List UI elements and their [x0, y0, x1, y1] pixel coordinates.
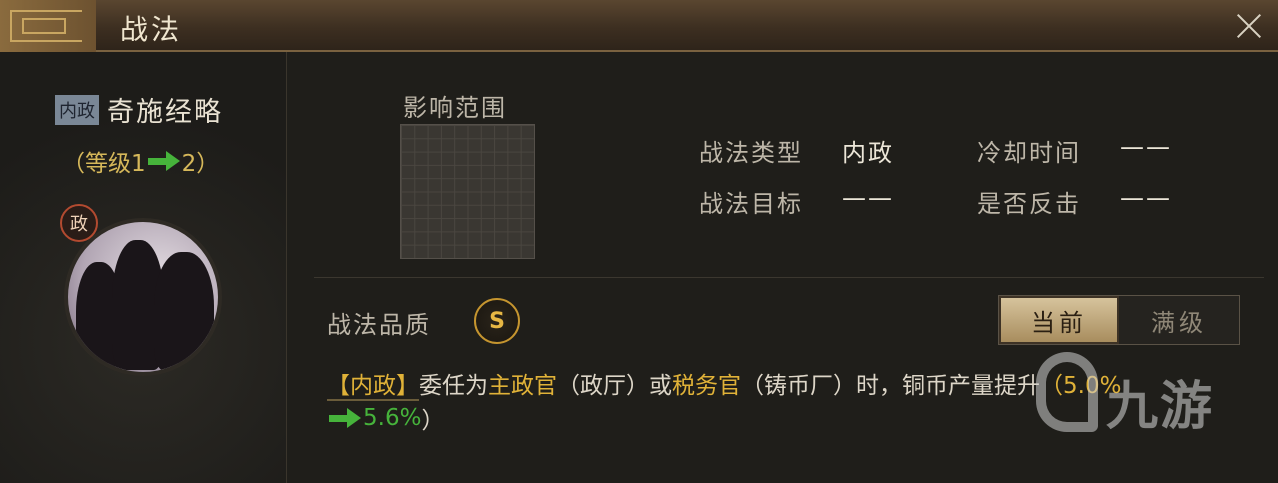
skill-name-row: 内政 奇施经略: [55, 90, 223, 129]
skill-type-tag: 内政: [55, 94, 99, 125]
watermark-text: 九游: [1106, 377, 1215, 437]
counter-label: 是否反击: [977, 190, 1081, 218]
description-text: 委任为: [419, 373, 488, 399]
description-text: （铸币厂）时，铜币产量提升: [741, 373, 1040, 399]
watermark: 九游: [1036, 352, 1256, 452]
level-toggle: 当前 满级: [998, 295, 1240, 345]
quality-grade-badge: S: [474, 298, 520, 344]
description-tag: 【内政】: [327, 373, 419, 401]
close-icon[interactable]: [1234, 10, 1264, 40]
skill-portrait: [64, 218, 222, 376]
page-title: 战法: [120, 13, 183, 46]
skill-level: （等级1 2）: [62, 144, 219, 178]
skill-name: 奇施经略: [107, 97, 223, 128]
range-label: 影响范围: [403, 94, 507, 122]
title-bar: 战法: [0, 0, 1278, 52]
arrow-right-icon: [329, 408, 361, 428]
tab-current[interactable]: 当前: [999, 296, 1119, 344]
skill-description-continued: 5.6%）: [327, 401, 444, 435]
counter-value: ——: [1120, 184, 1172, 212]
watermark-logo-icon: [1036, 352, 1098, 432]
silhouette-figure: [154, 252, 214, 372]
section-divider: [314, 277, 1264, 278]
politics-badge-icon: 政: [60, 204, 98, 242]
arrow-right-icon: [147, 151, 180, 171]
skill-description: 【内政】委任为主政官（政厅）或税务官（铸币厂）时，铜币产量提升（5.0%: [327, 366, 1121, 401]
description-role: 税务官: [672, 373, 741, 399]
tab-max-level[interactable]: 满级: [1119, 296, 1239, 344]
skill-type-label: 战法类型: [699, 139, 803, 167]
skill-type-value: 内政: [842, 139, 894, 167]
level-to: 2）: [181, 151, 220, 177]
cooldown-value: ——: [1120, 133, 1172, 161]
title-ornament-icon: [0, 0, 96, 52]
description-to-value: 5.6%: [363, 405, 422, 431]
description-close: ）: [421, 408, 445, 434]
range-grid: [400, 124, 535, 259]
description-role: 主政官: [488, 373, 557, 399]
skill-target-value: ——: [842, 184, 894, 212]
quality-label: 战法品质: [327, 311, 431, 339]
description-text: （政厅）或: [557, 373, 672, 399]
cooldown-label: 冷却时间: [977, 139, 1081, 167]
skill-target-label: 战法目标: [699, 190, 803, 218]
level-from: （等级1: [62, 151, 146, 177]
